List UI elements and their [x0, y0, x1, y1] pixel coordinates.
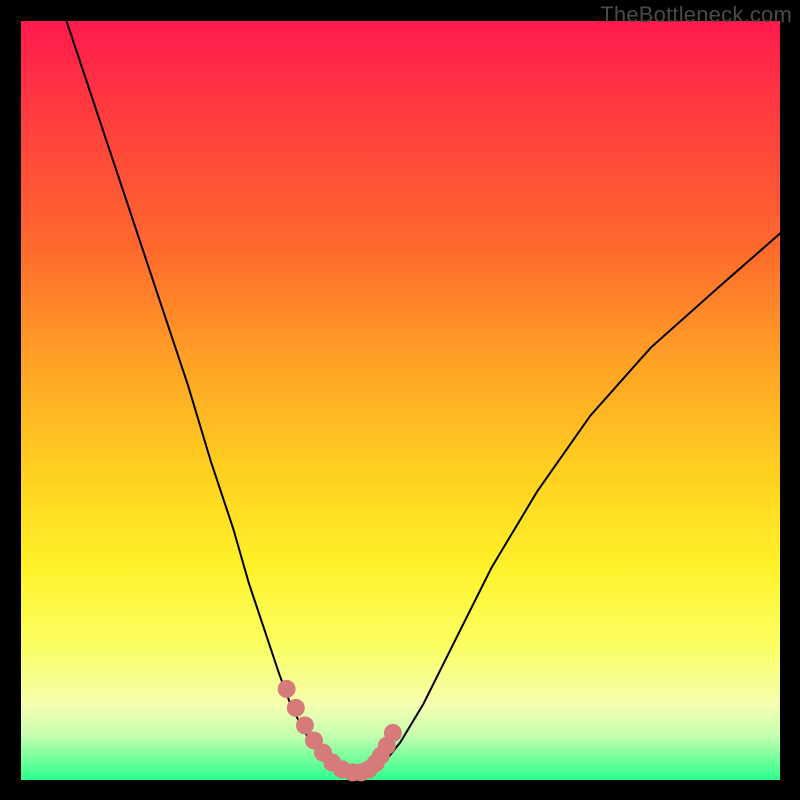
salmon-marker-group — [278, 680, 402, 782]
salmon-marker — [287, 699, 305, 717]
left-curve — [67, 21, 340, 774]
chart-frame: TheBottleneck.com — [0, 0, 800, 800]
right-curve — [370, 234, 780, 774]
salmon-marker — [384, 724, 402, 742]
curve-left — [67, 21, 340, 774]
salmon-marker — [296, 716, 314, 734]
salmon-marker — [278, 680, 296, 698]
chart-curves-layer — [21, 21, 780, 780]
watermark-text: TheBottleneck.com — [600, 2, 792, 28]
curve-right — [370, 234, 780, 774]
